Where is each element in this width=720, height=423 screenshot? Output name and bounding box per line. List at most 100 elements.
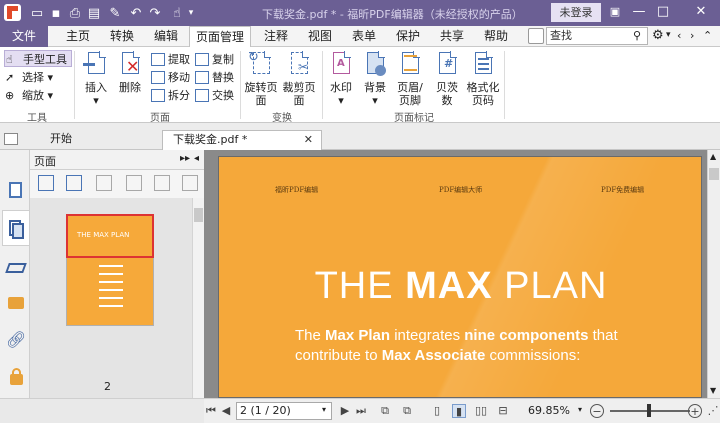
tab-form[interactable]: 表单 — [346, 26, 382, 47]
delete-thumb-icon[interactable] — [154, 175, 170, 191]
pages-panel-icon[interactable] — [2, 210, 29, 246]
rotate-page-icon: ↻ — [248, 51, 274, 79]
copy-button[interactable]: 复制 — [194, 51, 234, 68]
extract-thumb-icon[interactable] — [126, 175, 142, 191]
pages-group-label: 页面 — [150, 113, 170, 124]
hand-quick-icon[interactable]: ☝ — [168, 4, 186, 22]
zoom-out-icon[interactable]: − — [590, 404, 604, 418]
panel-scrollbar[interactable] — [192, 198, 204, 423]
search-options-icon[interactable] — [528, 28, 544, 44]
zoom-slider-thumb[interactable] — [647, 404, 651, 417]
rotate-page-button[interactable]: ↻ 旋转页面 — [244, 51, 278, 107]
split-button[interactable]: 拆分 — [150, 87, 190, 104]
tab-home[interactable]: 主页 — [60, 26, 96, 47]
page-dropdown-icon[interactable]: ▾ — [322, 405, 326, 414]
redo-icon[interactable]: ↷ — [146, 4, 164, 22]
zoom-dropdown-icon[interactable]: ▾ — [578, 405, 582, 414]
split-view-icon[interactable]: ⊟ — [496, 404, 510, 418]
continuous-page-icon[interactable]: ▮ — [452, 404, 466, 418]
scan-icon[interactable]: ▤ — [85, 4, 103, 22]
pdf-page[interactable]: 福昕PDF编辑 PDF编辑大师 PDF免费编辑 THE MAX PLAN The… — [218, 156, 702, 398]
tab-current-document[interactable]: 下载奖金.pdf * ✕ — [162, 130, 322, 150]
replace-thumb-icon[interactable] — [182, 175, 198, 191]
comments-icon[interactable] — [6, 294, 26, 314]
gear-icon[interactable]: ⚙ — [652, 28, 664, 43]
watermark-button[interactable]: A 水印 ▾ — [326, 51, 356, 107]
hand-tool-button[interactable]: ☝ 手型工具 — [4, 50, 72, 67]
zoom-in-icon[interactable]: + — [688, 404, 702, 418]
login-button[interactable]: 未登录 — [551, 3, 601, 22]
new-icon[interactable]: ✎ — [106, 4, 124, 22]
document-scrollbar[interactable]: ▲ ▼ — [707, 150, 720, 398]
header-footer-button[interactable]: 页眉/页脚 — [393, 51, 427, 107]
search-icon[interactable]: ⚲ — [633, 29, 641, 42]
page-number-input[interactable]: 2 (1 / 20) — [236, 402, 332, 420]
facing-page-icon[interactable]: ▯▯ — [474, 404, 488, 418]
last-page-icon[interactable]: ⏭ — [354, 404, 368, 418]
ribbon-toggle-icon[interactable]: ▣ — [604, 2, 626, 22]
single-page-icon[interactable]: ▯ — [430, 404, 444, 418]
tab-view[interactable]: 视图 — [302, 26, 338, 47]
settings-dropdown-icon[interactable]: ▾ — [666, 30, 671, 40]
scroll-up-icon[interactable]: ▲ — [710, 152, 716, 161]
tab-convert[interactable]: 转换 — [104, 26, 140, 47]
back-icon[interactable]: ‹ — [677, 29, 681, 42]
security-lock-icon[interactable] — [6, 366, 26, 386]
crop-page-icon: ✂ — [286, 51, 312, 79]
bates-button[interactable]: # 贝茨数 — [432, 51, 462, 107]
close-icon[interactable]: ✕ — [690, 2, 712, 22]
tab-file[interactable]: 文件 — [0, 26, 48, 47]
scroll-down-icon[interactable]: ▼ — [710, 386, 716, 395]
delete-button[interactable]: ✕ 删除 — [114, 51, 146, 94]
tab-protect[interactable]: 保护 — [390, 26, 426, 47]
prev-page-icon[interactable]: ◀ — [219, 404, 233, 418]
print-icon[interactable]: ⎙ — [66, 4, 84, 22]
background-button[interactable]: 背景 ▾ — [360, 51, 390, 107]
bookmarks-icon[interactable] — [6, 180, 26, 200]
first-page-icon[interactable]: ⏮ — [204, 404, 218, 418]
tab-help[interactable]: 帮助 — [478, 26, 514, 47]
next-page-icon[interactable]: ▶ — [338, 404, 352, 418]
navigation-strip: 🔗︎ — [0, 150, 30, 423]
document-view: 福昕PDF编辑 PDF编辑大师 PDF免费编辑 THE MAX PLAN The… — [204, 150, 720, 398]
open-icon[interactable]: ▭ — [28, 4, 46, 22]
scroll-thumb[interactable] — [709, 168, 719, 180]
tab-comment[interactable]: 注释 — [258, 26, 294, 47]
tab-share[interactable]: 共享 — [434, 26, 470, 47]
zoom-tool-button[interactable]: ⊕ 缩放 ▾ — [4, 87, 64, 104]
page-thumbnail-2[interactable]: THE MAX PLAN — [66, 214, 154, 326]
move-button[interactable]: 移动 — [150, 69, 190, 86]
tab-edit[interactable]: 编辑 — [148, 26, 184, 47]
insert-thumb-icon[interactable] — [96, 175, 112, 191]
swap-button[interactable]: 交换 — [194, 87, 234, 104]
split-icon — [151, 89, 165, 102]
expand-icon[interactable]: ⌃ — [703, 29, 712, 42]
format-page-number-button[interactable]: 格式化页码 — [466, 51, 500, 107]
previous-view-icon[interactable]: ⧉ — [378, 404, 392, 418]
insert-button[interactable]: 插入 ▾ — [80, 51, 112, 107]
select-tool-button[interactable]: ➚ 选择 ▾ — [4, 69, 64, 86]
save-icon[interactable]: ▪ — [47, 4, 65, 22]
crop-page-button[interactable]: ✂ 裁剪页面 — [282, 51, 316, 107]
minimize-icon[interactable]: — — [628, 2, 650, 22]
forward-icon[interactable]: › — [690, 29, 694, 42]
maximize-icon[interactable]: □ — [652, 2, 674, 22]
tab-list-icon[interactable] — [4, 133, 18, 145]
attachments-icon[interactable]: 🔗︎ — [6, 330, 26, 350]
panel-collapse-icon[interactable]: ◂ — [194, 153, 199, 164]
thumbnail-title: THE MAX PLAN — [77, 231, 130, 239]
transform-group-label: 变换 — [272, 113, 292, 124]
undo-icon[interactable]: ↶ — [127, 4, 145, 22]
zoom-in-thumb-icon[interactable] — [38, 175, 54, 191]
page-marks-group-label: 页面标记 — [394, 113, 434, 124]
layers-icon[interactable] — [5, 258, 27, 278]
tab-page-management[interactable]: 页面管理 — [189, 26, 251, 48]
next-view-icon[interactable]: ⧉ — [400, 404, 414, 418]
panel-expand-icon[interactable]: ▸▸ — [180, 153, 190, 164]
tab-start[interactable]: 开始 — [40, 130, 140, 150]
replace-button[interactable]: 替换 — [194, 69, 234, 86]
zoom-out-thumb-icon[interactable] — [66, 175, 82, 191]
extract-button[interactable]: 提取 — [150, 51, 190, 68]
close-tab-icon[interactable]: ✕ — [304, 131, 313, 149]
quick-access-dropdown-icon[interactable]: ▾ — [185, 4, 197, 22]
